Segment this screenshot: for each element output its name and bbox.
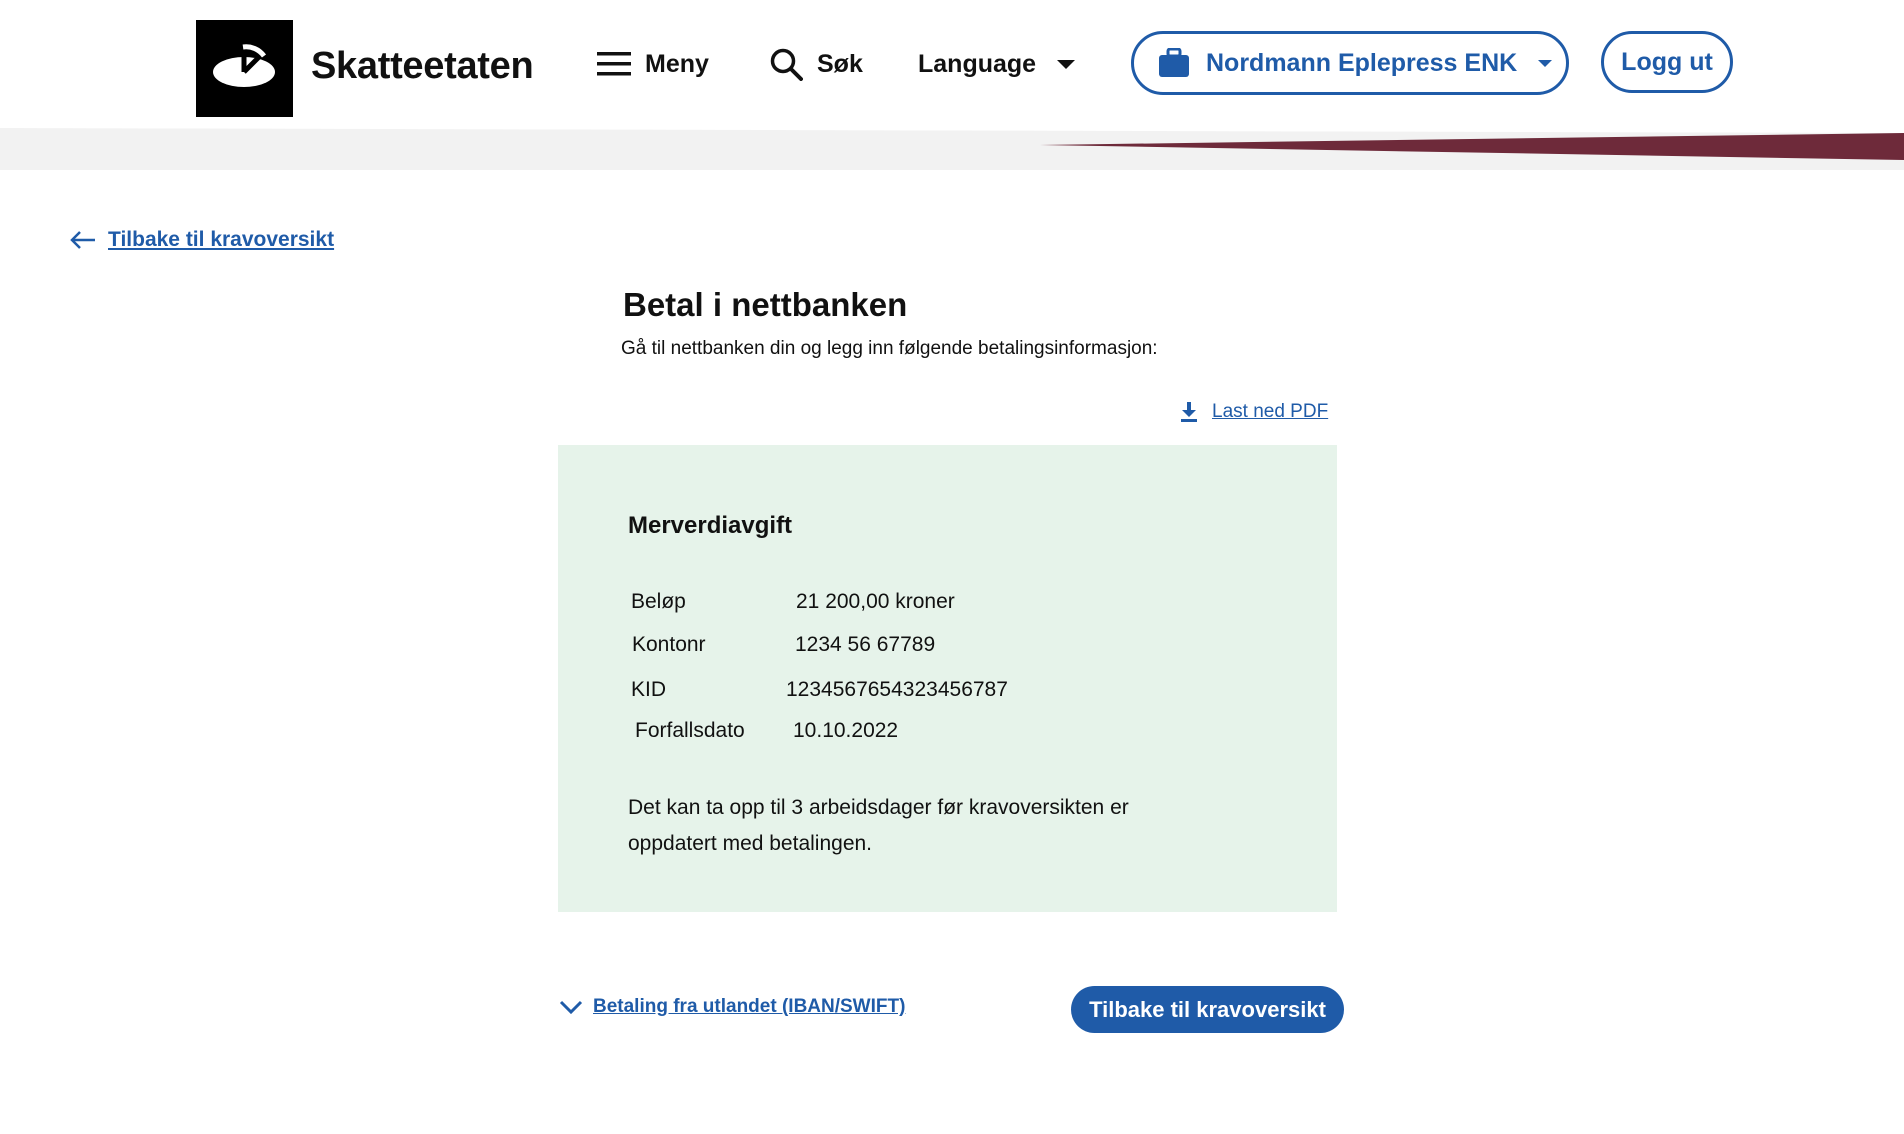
search-button[interactable]: Søk bbox=[769, 44, 863, 84]
download-pdf-label: Last ned PDF bbox=[1212, 401, 1329, 422]
page-title: Betal i nettbanken bbox=[623, 286, 908, 323]
caret-down-icon bbox=[1538, 60, 1553, 67]
info-value: 21 200,00 kroner bbox=[796, 590, 955, 613]
info-label: KID bbox=[631, 678, 667, 701]
site-header: Skatteetaten Meny Søk Language Nordmann … bbox=[0, 0, 1904, 170]
back-to-overview-link[interactable]: Tilbake til kravoversikt bbox=[70, 228, 334, 252]
logo-text[interactable]: Skatteetaten bbox=[311, 45, 534, 88]
back-link-label: Tilbake til kravoversikt bbox=[108, 228, 335, 251]
panel-title: Merverdiavgift bbox=[628, 512, 793, 539]
language-label: Language bbox=[918, 49, 1037, 78]
page-subtitle: Gå til nettbanken din og legg inn følgen… bbox=[621, 338, 1158, 359]
info-value: 10.10.2022 bbox=[793, 719, 899, 742]
search-label: Søk bbox=[817, 49, 863, 78]
info-value: 1234567654323456787 bbox=[786, 678, 1008, 701]
language-selector[interactable]: Language bbox=[918, 44, 1076, 84]
info-label: Beløp bbox=[631, 590, 686, 613]
organization-name: Nordmann Eplepress ENK bbox=[1206, 48, 1518, 77]
hamburger-icon bbox=[597, 52, 631, 76]
menu-button[interactable]: Meny bbox=[597, 44, 709, 84]
info-label: Kontonr bbox=[632, 633, 706, 656]
skatteetaten-logo-icon[interactable] bbox=[196, 20, 293, 117]
logout-button[interactable]: Logg ut bbox=[1601, 31, 1733, 93]
iban-swift-expander[interactable]: Betaling fra utlandet (IBAN/SWIFT) bbox=[559, 996, 905, 1018]
arrow-left-icon bbox=[70, 231, 95, 249]
download-pdf-link[interactable]: Last ned PDF bbox=[1180, 401, 1328, 423]
iban-swift-label: Betaling fra utlandet (IBAN/SWIFT) bbox=[593, 996, 906, 1017]
download-icon bbox=[1181, 402, 1197, 422]
chevron-down-icon bbox=[559, 1000, 583, 1014]
info-label: Forfallsdato bbox=[635, 719, 745, 742]
payment-info-panel: Merverdiavgift Beløp 21 200,00 kroner Ko… bbox=[558, 445, 1337, 912]
info-value: 1234 56 67789 bbox=[795, 633, 936, 656]
processing-note: Det kan ta opp til 3 arbeidsdager før kr… bbox=[628, 796, 1129, 855]
back-to-overview-button[interactable]: Tilbake til kravoversikt bbox=[1071, 986, 1344, 1033]
briefcase-icon bbox=[1159, 48, 1189, 77]
menu-label: Meny bbox=[645, 49, 709, 78]
caret-down-icon bbox=[1057, 60, 1076, 69]
search-icon bbox=[770, 48, 803, 81]
organization-selector-button[interactable]: Nordmann Eplepress ENK bbox=[1131, 31, 1569, 95]
